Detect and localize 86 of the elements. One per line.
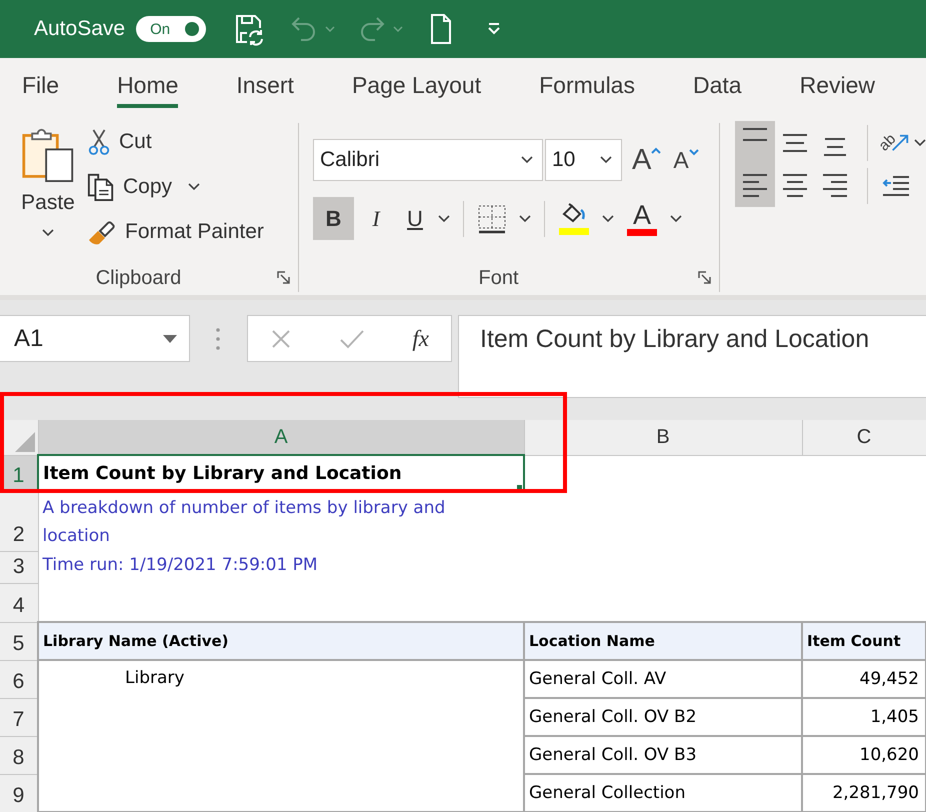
row-header[interactable]: 9	[0, 774, 38, 812]
title-text: Item Count by Library and Location	[43, 462, 402, 484]
orientation-button[interactable]: ab	[879, 122, 910, 162]
copy-button[interactable]: Copy	[87, 168, 172, 205]
chevron-down-icon	[600, 156, 612, 164]
header-cell: Item Count	[802, 622, 926, 660]
chevron-down-icon[interactable]	[438, 214, 450, 222]
ribbon-tab[interactable]: Home	[117, 66, 178, 108]
chevron-down-icon	[521, 156, 533, 164]
customize-icon[interactable]	[487, 22, 502, 36]
alignment-button[interactable]	[735, 121, 775, 164]
dropdown-triangle-icon	[163, 334, 177, 342]
autosave-label: AutoSave	[34, 17, 126, 41]
chevron-down-icon[interactable]	[914, 138, 926, 146]
row-header[interactable]: 4	[0, 583, 38, 622]
ribbon-tab[interactable]: Page Layout	[352, 66, 482, 108]
caret-down-icon	[688, 148, 699, 156]
table-cell: General Coll. OV B3	[524, 736, 802, 774]
align-middle-icon	[781, 132, 809, 152]
column-header[interactable]: C	[802, 420, 926, 455]
row-header[interactable]: 7	[0, 698, 38, 736]
font-color-button[interactable]: A	[626, 202, 658, 236]
format-painter-button[interactable]: Format Painter	[87, 213, 264, 250]
row-header[interactable]: 6	[0, 660, 38, 698]
align-bottom-icon	[821, 137, 849, 157]
ribbon-tab[interactable]: Insert	[236, 66, 294, 108]
chevron-down-icon[interactable]	[602, 214, 614, 222]
copy-icon	[87, 172, 115, 200]
description-text: A breakdown of number of items by library and location	[42, 497, 446, 548]
header-cell: Library Name (Active)	[38, 622, 524, 660]
align-top-icon	[741, 127, 769, 142]
align-right-icon	[821, 173, 849, 198]
table-cell: 10,620	[802, 736, 926, 774]
scissors-icon	[87, 128, 111, 156]
ribbon-tab[interactable]: Data	[692, 66, 742, 108]
table-cell: Library	[38, 660, 524, 812]
chevron-down-icon[interactable]	[670, 214, 682, 222]
column-header[interactable]: B	[524, 420, 802, 455]
timestamp-text: Time run: 1/19/2021 7:59:01 PM	[42, 555, 318, 575]
clipboard-icon	[21, 127, 75, 183]
ribbon-tab[interactable]: File	[22, 66, 60, 108]
table-cell: 2,281,790	[802, 774, 926, 812]
table-cell: 49,452	[802, 660, 926, 698]
font-name-dropdown[interactable]: Calibri	[313, 138, 543, 180]
autosave-toggle[interactable]: On	[136, 16, 206, 42]
chevron-down-icon	[42, 229, 54, 237]
cut-button[interactable]: Cut	[87, 123, 152, 160]
align-center-icon	[781, 173, 809, 198]
increase-font-size-button[interactable]: A	[632, 144, 662, 174]
dialog-launcher-icon[interactable]	[277, 271, 291, 285]
dialog-launcher-icon[interactable]	[698, 271, 712, 285]
document-icon[interactable]	[429, 13, 454, 45]
align-left-icon	[741, 173, 769, 198]
group-label: Clipboard	[96, 266, 182, 290]
triangle-icon	[14, 432, 34, 452]
row-header[interactable]: 8	[0, 736, 38, 774]
bold-button[interactable]: B	[313, 197, 354, 240]
ribbon-tab[interactable]: Review	[800, 66, 875, 108]
header-cell: Location Name	[524, 622, 802, 660]
row-header[interactable]: 2	[0, 492, 38, 551]
table-cell: General Collection	[524, 774, 802, 812]
italic-button[interactable]: I	[364, 197, 388, 240]
insert-function-button[interactable]: fx	[412, 326, 429, 352]
paste-button[interactable]: Paste	[16, 121, 80, 246]
chevron-down-icon[interactable]	[188, 182, 200, 190]
row-header[interactable]: 5	[0, 622, 38, 660]
row-header[interactable]: 3	[0, 551, 38, 583]
font-size-dropdown[interactable]: 10	[545, 138, 622, 180]
table-cell: General Coll. AV	[524, 660, 802, 698]
table-cell: General Coll. OV B2	[524, 698, 802, 736]
group-label: Font	[478, 266, 519, 290]
fill-color-button[interactable]	[558, 202, 590, 235]
underline-button[interactable]: U	[402, 197, 428, 240]
borders-icon[interactable]	[477, 204, 507, 234]
toggle-knob-icon	[185, 22, 200, 36]
formula-input[interactable]: Item Count by Library and Location	[458, 315, 926, 398]
table-cell: 1,405	[802, 698, 926, 736]
save-icon[interactable]	[233, 12, 266, 46]
grip-dots-icon[interactable]	[215, 327, 221, 351]
name-box[interactable]: A1	[0, 315, 190, 362]
ribbon-tab[interactable]: Formulas	[539, 66, 635, 108]
chevron-down-icon[interactable]	[519, 214, 531, 222]
column-header[interactable]: A	[38, 420, 524, 455]
decrease-font-size-button[interactable]: A	[673, 146, 699, 172]
caret-up-icon	[651, 146, 662, 154]
alignment-button[interactable]	[735, 164, 775, 207]
